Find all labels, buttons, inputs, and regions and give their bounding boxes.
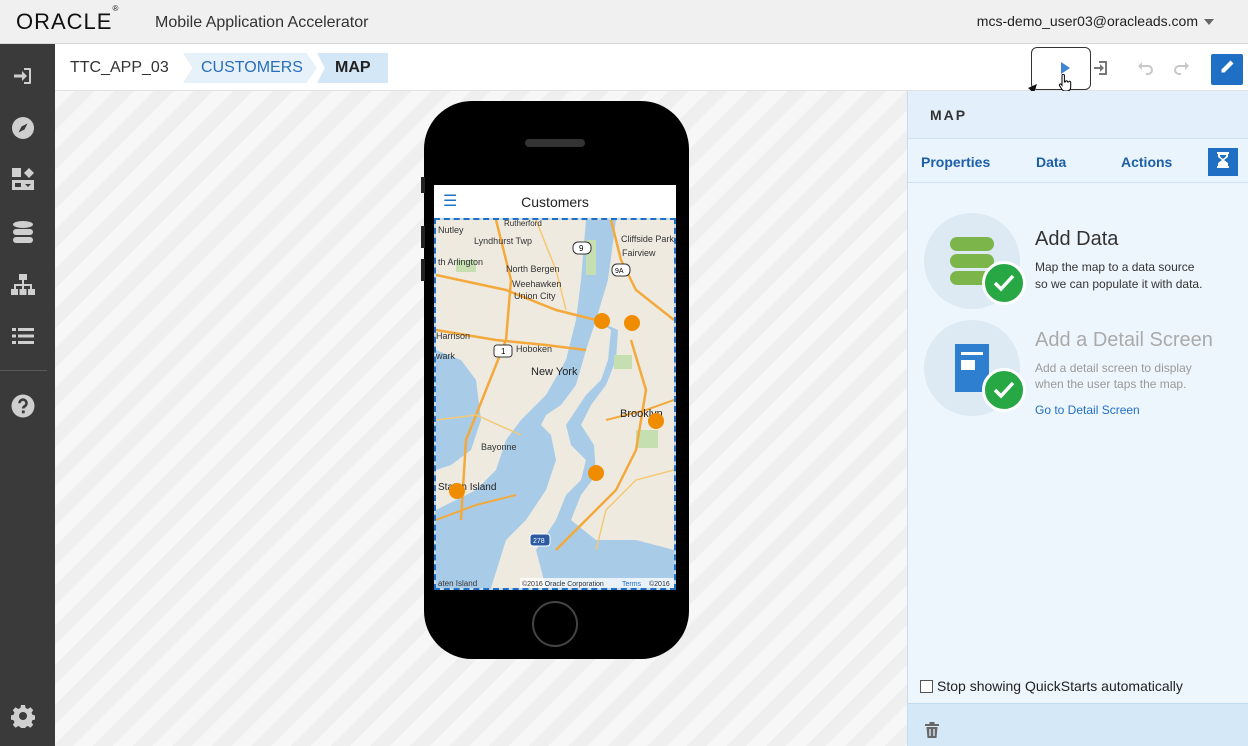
stop-quickstarts-label: Stop showing QuickStarts automatically bbox=[937, 678, 1183, 694]
map-label: Bayonne bbox=[481, 442, 517, 452]
edit-button[interactable] bbox=[1211, 54, 1243, 85]
layout-icon[interactable] bbox=[10, 166, 36, 192]
panel-tabs: Properties Data Actions bbox=[908, 138, 1248, 183]
design-canvas: ☰ Customers Nutley Lyndhurst Twp Rutherf… bbox=[55, 91, 907, 746]
map-label: New York bbox=[531, 366, 578, 378]
pencil-icon bbox=[1219, 59, 1235, 80]
user-menu[interactable]: mcs-demo_user03@oracleads.com bbox=[977, 13, 1198, 29]
stop-quickstarts-checkbox[interactable] bbox=[920, 679, 933, 693]
screen-title: Customers bbox=[521, 194, 589, 210]
panel-footer bbox=[908, 703, 1248, 746]
phone-frame: ☰ Customers Nutley Lyndhurst Twp Rutherf… bbox=[421, 101, 689, 659]
map-marker bbox=[449, 483, 465, 499]
tab-actions[interactable]: Actions bbox=[1121, 154, 1172, 170]
map-marker bbox=[588, 465, 604, 481]
phone-screen: ☰ Customers Nutley Lyndhurst Twp Rutherf… bbox=[434, 185, 676, 590]
screen-header: ☰ Customers bbox=[434, 185, 676, 218]
brand-text: ORACLE bbox=[16, 9, 113, 34]
phone-speaker bbox=[525, 139, 585, 147]
map-label: wark bbox=[436, 351, 456, 361]
check-icon bbox=[982, 261, 1026, 305]
phone-home-button bbox=[532, 601, 578, 647]
map-label: Union City bbox=[514, 291, 556, 301]
route-shield: 1 bbox=[501, 347, 506, 356]
map-marker bbox=[648, 413, 664, 429]
sitemap-icon[interactable] bbox=[10, 272, 36, 298]
map-component[interactable]: Nutley Lyndhurst Twp Rutherford Cliffsid… bbox=[434, 218, 676, 590]
app-title: Mobile Application Accelerator bbox=[155, 14, 369, 31]
check-icon bbox=[982, 368, 1026, 412]
redo-icon[interactable] bbox=[1167, 54, 1195, 82]
panel-title: MAP bbox=[930, 107, 968, 123]
oracle-logo: ORACLE® bbox=[16, 4, 118, 35]
phone-side-button bbox=[421, 226, 425, 248]
map-copyright-year: ©2016 bbox=[649, 580, 670, 588]
route-shield: 278 bbox=[533, 538, 545, 545]
tab-properties[interactable]: Properties bbox=[921, 154, 990, 170]
database-icon[interactable] bbox=[10, 219, 36, 245]
map-label: Nutley bbox=[438, 225, 464, 235]
compass-icon[interactable] bbox=[10, 115, 36, 141]
detail-heading: Add a Detail Screen bbox=[1035, 329, 1213, 351]
quickstart-button[interactable] bbox=[1208, 148, 1238, 176]
hourglass-icon bbox=[1216, 151, 1230, 173]
brand-mark: ® bbox=[112, 3, 119, 13]
add-data-heading: Add Data bbox=[1035, 228, 1119, 250]
map-label: Harrison bbox=[436, 331, 470, 341]
chevron-down-icon[interactable] bbox=[1204, 19, 1214, 25]
detail-desc-2: when the user taps the map. bbox=[1035, 377, 1187, 391]
undo-icon[interactable] bbox=[1132, 54, 1160, 82]
route-shield: 9A bbox=[615, 268, 624, 275]
breadcrumb-bar: TTC_APP_03 CUSTOMERS MAP bbox=[55, 44, 1248, 92]
properties-panel: MAP Properties Data Actions Add Data Map… bbox=[907, 91, 1248, 746]
map-label: Staten Island bbox=[438, 482, 496, 493]
left-nav-rail bbox=[0, 44, 55, 746]
add-data-desc-1: Map the map to a data source bbox=[1035, 260, 1195, 274]
tab-data[interactable]: Data bbox=[1036, 154, 1066, 170]
map-label: aten Island bbox=[438, 579, 477, 588]
add-data-desc-2: so we can populate it with data. bbox=[1035, 277, 1203, 291]
map-label: Cliffside Park bbox=[621, 234, 674, 244]
stop-quickstarts-option[interactable]: Stop showing QuickStarts automatically bbox=[920, 678, 1183, 694]
map-marker bbox=[624, 315, 640, 331]
phone-side-button bbox=[421, 177, 425, 193]
detail-desc-1: Add a detail screen to display bbox=[1035, 361, 1192, 375]
top-header: ORACLE® Mobile Application Accelerator m… bbox=[0, 0, 1248, 44]
map-label: Weehawken bbox=[512, 279, 561, 289]
app-name-crumb[interactable]: TTC_APP_03 bbox=[70, 59, 169, 77]
crumb-customers[interactable]: CUSTOMERS bbox=[183, 53, 317, 83]
list-icon[interactable] bbox=[10, 323, 36, 349]
go-to-detail-link[interactable]: Go to Detail Screen bbox=[1035, 403, 1140, 417]
sign-in-icon[interactable] bbox=[10, 63, 36, 89]
gear-icon[interactable] bbox=[10, 703, 36, 729]
phone-side-button bbox=[421, 259, 425, 281]
map-label: Lyndhurst Twp bbox=[474, 236, 532, 246]
trash-icon[interactable] bbox=[924, 722, 940, 743]
map-label: th Arlington bbox=[438, 257, 483, 267]
map-label: Rutherford bbox=[504, 220, 542, 228]
crumb-map[interactable]: MAP bbox=[317, 53, 388, 83]
export-icon[interactable] bbox=[1087, 54, 1115, 82]
add-data-illustration bbox=[924, 213, 1026, 309]
map-copyright: ©2016 Oracle Corporation bbox=[522, 580, 604, 588]
map-label: Fairview bbox=[622, 248, 656, 258]
map-label: North Bergen bbox=[506, 264, 560, 274]
detail-screen-illustration bbox=[924, 320, 1026, 416]
map-label: Hoboken bbox=[516, 344, 552, 354]
map-marker bbox=[594, 313, 610, 329]
route-shield: 9 bbox=[579, 244, 584, 253]
rail-divider bbox=[0, 370, 47, 371]
quickstart-body: Add Data Map the map to a data source so… bbox=[908, 183, 1248, 703]
help-icon[interactable] bbox=[10, 393, 36, 419]
map-terms-link: Terms bbox=[622, 581, 642, 588]
